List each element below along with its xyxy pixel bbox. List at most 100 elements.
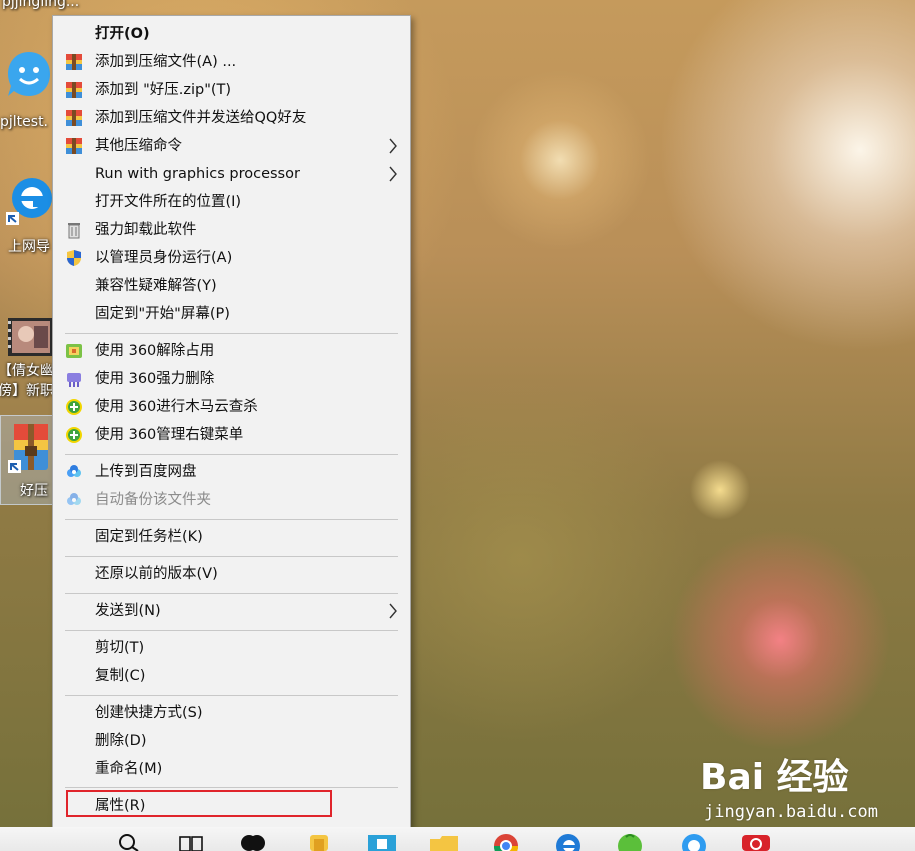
search-icon[interactable] [118, 833, 140, 851]
task-view-icon[interactable] [178, 833, 204, 851]
menu-item-label: 添加到压缩文件(A) ... [95, 54, 237, 70]
menu-item-label: 使用 360管理右键菜单 [95, 427, 244, 443]
archive-icon [66, 138, 82, 154]
desktop-icon-label-video-line1: 【倩女幽 [0, 363, 54, 379]
menu-item-force-uninstall[interactable]: 强力卸载此软件 [53, 216, 410, 244]
blue-circle-app-icon[interactable] [680, 833, 708, 851]
baidu-cloud-icon [67, 493, 81, 505]
menu-item-label: 打开(O) [95, 26, 150, 42]
menu-item-360-unlock[interactable]: 使用 360解除占用 [53, 337, 410, 365]
desktop-icon-label-video-line2: 傍】新职 [0, 383, 54, 399]
menu-item-label: 添加到 "好压.zip"(T) [95, 82, 232, 98]
menu-item-label: 自动备份该文件夹 [95, 492, 211, 508]
menu-item-label: 创建快捷方式(S) [95, 705, 203, 721]
music-app-icon[interactable] [742, 833, 770, 851]
menu-item-label: 其他压缩命令 [95, 138, 182, 154]
chevron-right-icon [389, 138, 397, 154]
blue-app-icon [8, 52, 50, 96]
menu-item-label: 使用 360进行木马云查杀 [95, 399, 258, 415]
menu-item-cut[interactable]: 剪切(T) [53, 634, 410, 662]
menu-item-label: 使用 360解除占用 [95, 343, 215, 359]
chrome-icon[interactable] [492, 833, 520, 851]
menu-item-label: 发送到(N) [95, 603, 161, 619]
menu-item-label: 复制(C) [95, 668, 146, 684]
360-scan-icon [66, 399, 82, 415]
edge-icon[interactable] [554, 833, 582, 851]
menu-item-open-file-location[interactable]: 打开文件所在的位置(I) [53, 188, 410, 216]
menu-item-restore-previous-versions[interactable]: 还原以前的版本(V) [53, 560, 410, 588]
menu-item-run-as-admin[interactable]: 以管理员身份运行(A) [53, 244, 410, 272]
baidu-cloud-icon [67, 465, 81, 477]
menu-item-create-shortcut[interactable]: 创建快捷方式(S) [53, 699, 410, 727]
menu-separator [65, 454, 398, 455]
menu-separator [65, 593, 398, 594]
menu-item-label: 重命名(M) [95, 761, 163, 777]
menu-item-label: 固定到"开始"屏幕(P) [95, 306, 230, 322]
menu-item-add-to-archive[interactable]: 添加到压缩文件(A) ... [53, 48, 410, 76]
archive-icon [66, 54, 82, 70]
menu-item-360-shred[interactable]: 使用 360强力删除 [53, 365, 410, 393]
menu-item-label: 还原以前的版本(V) [95, 566, 218, 582]
watermark-logo: Bai 经验 [700, 757, 849, 798]
menu-item-label: 上传到百度网盘 [95, 464, 197, 480]
desktop-icon-browser-shortcut[interactable] [6, 172, 58, 232]
menu-item-run-with-gpu[interactable]: Run with graphics processor [53, 160, 410, 188]
haozip-archive-icon [8, 424, 48, 473]
desktop-icon-label-pjltest: pjltest. [0, 114, 49, 130]
desktop-icon-label-haozip: 好压 [20, 483, 48, 499]
menu-separator [65, 630, 398, 631]
menu-item-auto-backup-folder: 自动备份该文件夹 [53, 486, 410, 514]
menu-item-label: 兼容性疑难解答(Y) [95, 278, 217, 294]
menu-item-add-to-zip[interactable]: 添加到 "好压.zip"(T) [53, 76, 410, 104]
database-app-icon[interactable] [306, 833, 332, 851]
360-shred-icon [67, 373, 81, 387]
menu-separator [65, 556, 398, 557]
menu-item-pin-to-taskbar[interactable]: 固定到任务栏(K) [53, 523, 410, 551]
chevron-right-icon [389, 603, 397, 619]
video-thumbnail-icon [8, 318, 54, 356]
desktop-icon-pjltest[interactable] [6, 50, 58, 102]
baidu-jingyan-watermark: Bai 经验 jingyan.baidu.com [700, 748, 900, 828]
menu-item-360-manage-context-menu[interactable]: 使用 360管理右键菜单 [53, 421, 410, 449]
360-unlock-icon [66, 344, 82, 358]
menu-item-label: 固定到任务栏(K) [95, 529, 203, 545]
menu-item-360-trojan-scan[interactable]: 使用 360进行木马云查杀 [53, 393, 410, 421]
desktop-icon-label-browser: 上网导 [8, 239, 50, 255]
menu-item-copy[interactable]: 复制(C) [53, 662, 410, 690]
ie-browser-icon [6, 178, 52, 225]
menu-separator [65, 787, 398, 788]
taskbar [0, 827, 915, 851]
menu-item-send-to[interactable]: 发送到(N) [53, 597, 410, 625]
watermark-url: jingyan.baidu.com [704, 802, 878, 822]
trash-icon [68, 223, 80, 239]
menu-item-delete[interactable]: 删除(D) [53, 727, 410, 755]
app-tile-icon[interactable] [368, 833, 396, 851]
360-scan-icon [66, 427, 82, 443]
menu-item-label: 强力卸载此软件 [95, 222, 197, 238]
menu-item-rename[interactable]: 重命名(M) [53, 755, 410, 783]
properties-highlight-box [66, 790, 332, 817]
menu-item-open[interactable]: 打开(O) [53, 20, 410, 48]
menu-item-compat-troubleshoot[interactable]: 兼容性疑难解答(Y) [53, 272, 410, 300]
chat-app-icon[interactable] [240, 833, 266, 851]
green-browser-icon[interactable] [616, 833, 644, 851]
menu-item-label: Run with graphics processor [95, 166, 300, 182]
menu-item-label: 打开文件所在的位置(I) [95, 194, 242, 210]
menu-item-upload-baidu-pan[interactable]: 上传到百度网盘 [53, 458, 410, 486]
archive-icon [66, 110, 82, 126]
menu-item-label: 添加到压缩文件并发送给QQ好友 [95, 110, 307, 126]
menu-item-label: 剪切(T) [95, 640, 145, 656]
menu-separator [65, 695, 398, 696]
context-menu: 打开(O) 添加到压缩文件(A) ... 添加到 "好压.zip"(T) 添加到… [52, 15, 411, 829]
chevron-right-icon [389, 166, 397, 182]
menu-separator [65, 519, 398, 520]
menu-item-other-compress-commands[interactable]: 其他压缩命令 [53, 132, 410, 160]
file-explorer-icon[interactable] [430, 833, 458, 851]
menu-item-label: 删除(D) [95, 733, 147, 749]
desktop-icon-label-pjjingling[interactable]: pjjingling... [2, 0, 79, 10]
menu-item-label: 以管理员身份运行(A) [95, 250, 233, 266]
menu-separator [65, 333, 398, 334]
menu-item-add-and-send-qq[interactable]: 添加到压缩文件并发送给QQ好友 [53, 104, 410, 132]
menu-item-label: 使用 360强力删除 [95, 371, 215, 387]
menu-item-pin-to-start[interactable]: 固定到"开始"屏幕(P) [53, 300, 410, 328]
